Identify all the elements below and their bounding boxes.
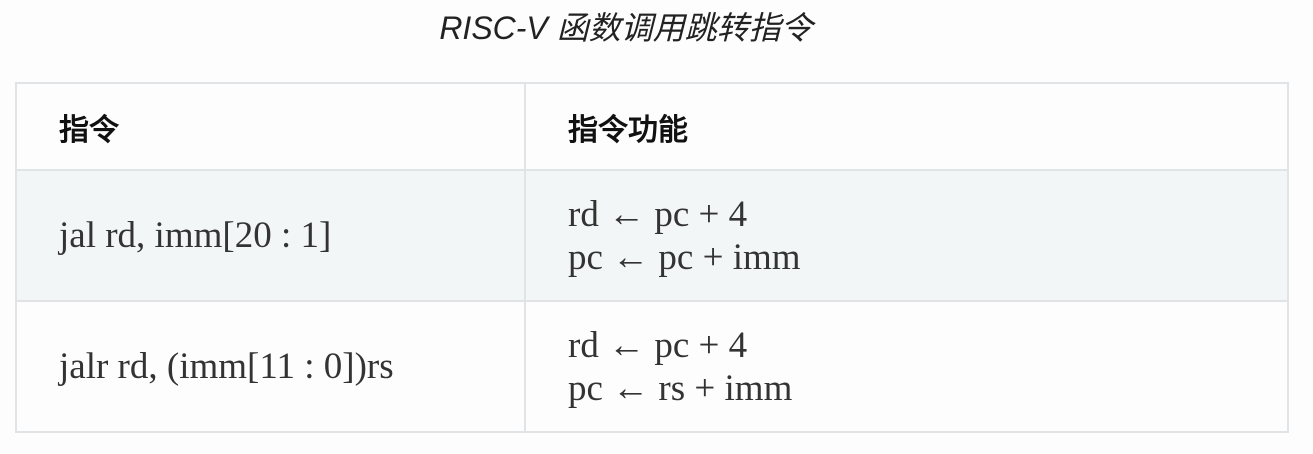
instruction-table: 指令 指令功能 jal rd, imm[20 : 1] rd ← pc + 4 … xyxy=(15,82,1289,433)
function-cell: rd ← pc + 4 pc ← rs + imm xyxy=(524,300,1289,433)
header-function: 指令功能 xyxy=(524,82,1289,171)
header-instruction: 指令 xyxy=(15,82,526,171)
table-caption: RISC-V 函数调用跳转指令 xyxy=(439,10,813,46)
function-line: pc ← pc + imm xyxy=(568,236,801,278)
function-line: rd ← pc + 4 xyxy=(568,324,748,366)
table-row: jalr rd, (imm[11 : 0])rs rd ← pc + 4 pc … xyxy=(15,300,1289,433)
function-line: pc ← rs + imm xyxy=(568,367,793,409)
instruction-cell: jalr rd, (imm[11 : 0])rs xyxy=(15,300,526,433)
instruction-cell: jal rd, imm[20 : 1] xyxy=(15,169,526,302)
function-line: rd ← pc + 4 xyxy=(568,193,748,235)
function-cell: rd ← pc + 4 pc ← pc + imm xyxy=(524,169,1289,302)
table-row: jal rd, imm[20 : 1] rd ← pc + 4 pc ← pc … xyxy=(15,169,1289,302)
table-header-row: 指令 指令功能 xyxy=(15,82,1289,171)
